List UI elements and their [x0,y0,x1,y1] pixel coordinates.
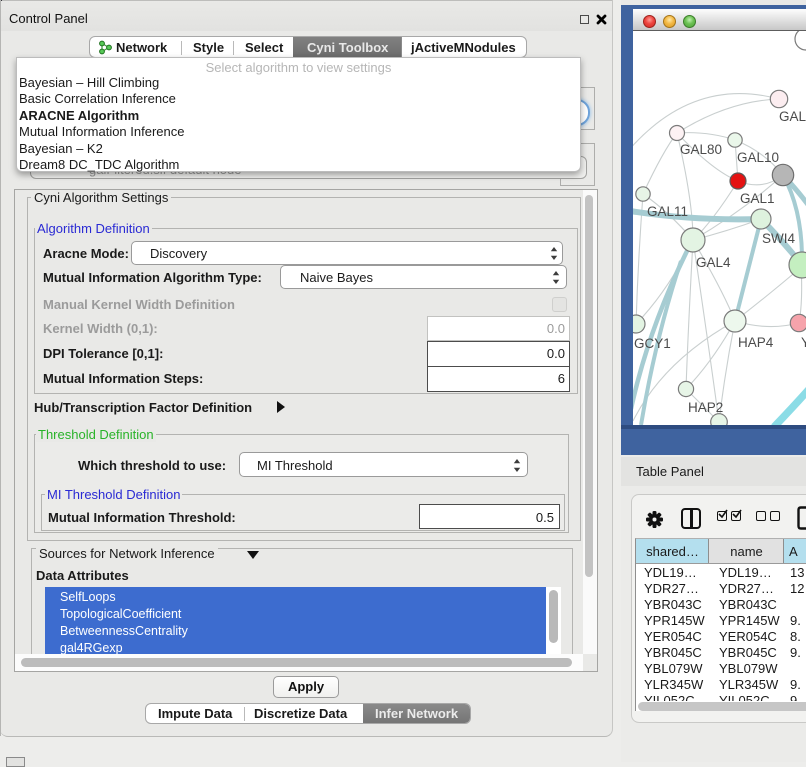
svg-text:HAP4: HAP4 [738,335,774,350]
svg-text:GAL11: GAL11 [647,204,688,219]
svg-text:GAL1: GAL1 [740,191,775,206]
svg-text:Y: Y [801,335,806,350]
svg-text:HAP2: HAP2 [688,400,723,415]
svg-text:GCY1: GCY1 [634,336,671,351]
svg-text:SWI4: SWI4 [762,231,795,246]
svg-text:GAL10: GAL10 [737,150,779,165]
svg-text:GAL80: GAL80 [680,142,722,157]
svg-text:GAL4: GAL4 [696,255,731,270]
svg-text:GAL7: GAL7 [779,109,806,124]
